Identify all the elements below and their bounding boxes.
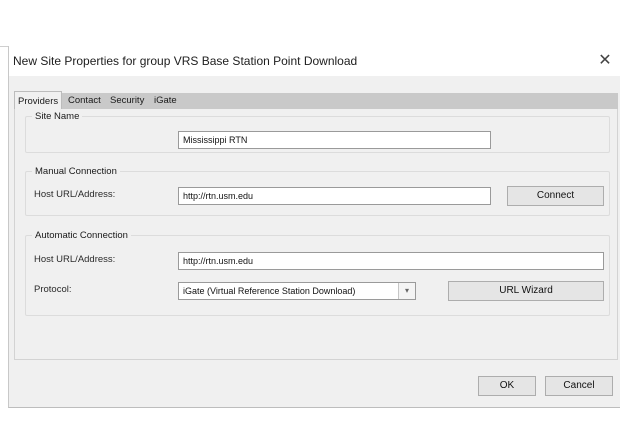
dialog-title: New Site Properties for group VRS Base S… bbox=[13, 54, 358, 68]
url-wizard-button[interactable]: URL Wizard bbox=[448, 281, 604, 301]
tab-providers[interactable]: Providers bbox=[14, 91, 63, 110]
connect-button[interactable]: Connect bbox=[507, 186, 604, 206]
automatic-host-field[interactable]: http://rtn.usm.edu bbox=[178, 252, 604, 270]
site-name-legend: Site Name bbox=[35, 111, 80, 122]
manual-connection-legend: Manual Connection bbox=[35, 166, 117, 177]
background-area bbox=[0, 0, 620, 47]
site-name-field[interactable]: Mississippi RTN bbox=[178, 131, 491, 149]
tab-security[interactable]: Security bbox=[110, 93, 144, 109]
providers-panel: Site Name Mississippi RTN Manual Connect… bbox=[14, 109, 618, 360]
tab-igate[interactable]: iGate bbox=[154, 93, 177, 109]
ok-button[interactable]: OK bbox=[478, 376, 536, 396]
tab-strip: Providers Contact Security iGate bbox=[14, 91, 618, 110]
cancel-button[interactable]: Cancel bbox=[545, 376, 613, 396]
manual-host-label: Host URL/Address: bbox=[34, 189, 116, 200]
title-bar: New Site Properties for group VRS Base S… bbox=[9, 46, 620, 76]
chevron-down-icon[interactable]: ▾ bbox=[398, 283, 415, 299]
close-icon[interactable]: ✕ bbox=[590, 46, 620, 76]
protocol-label: Protocol: bbox=[34, 284, 72, 295]
protocol-select-value: iGate (Virtual Reference Station Downloa… bbox=[183, 286, 356, 296]
manual-host-field[interactable]: http://rtn.usm.edu bbox=[178, 187, 491, 205]
protocol-select[interactable]: iGate (Virtual Reference Station Downloa… bbox=[178, 282, 416, 300]
automatic-connection-legend: Automatic Connection bbox=[35, 230, 128, 241]
site-properties-dialog: New Site Properties for group VRS Base S… bbox=[8, 46, 620, 408]
tab-contact[interactable]: Contact bbox=[68, 93, 101, 109]
automatic-connection-group: Automatic Connection bbox=[25, 230, 610, 316]
automatic-host-label: Host URL/Address: bbox=[34, 254, 116, 265]
